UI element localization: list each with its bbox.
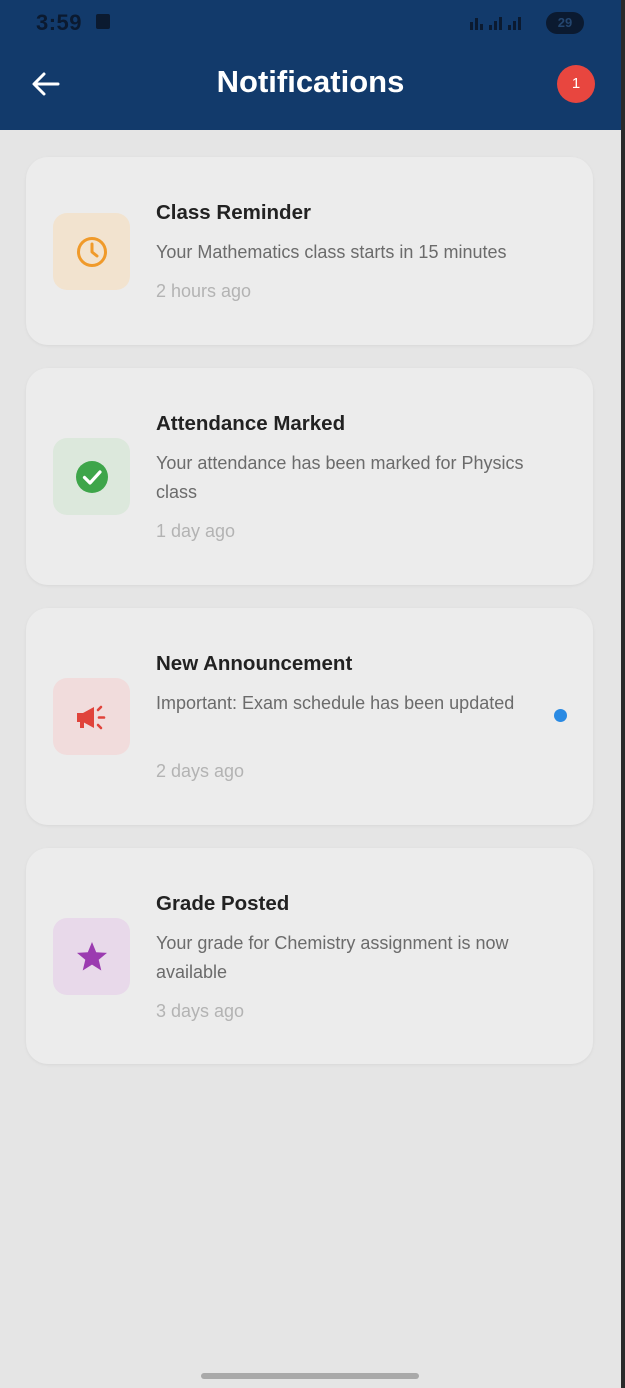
status-time: 3:59	[36, 10, 83, 35]
clock-icon	[76, 236, 107, 267]
status-icons	[470, 14, 521, 30]
notification-card-class-reminder[interactable]: Class Reminder Your Mathematics class st…	[26, 157, 593, 345]
signal-icon	[489, 14, 502, 30]
signal-icon-2	[508, 14, 521, 30]
notification-title: Attendance Marked	[156, 412, 346, 435]
page-title: Notifications	[216, 64, 405, 99]
icon-tile	[53, 213, 130, 290]
notification-card-grade-posted[interactable]: Grade Posted Your grade for Chemistry as…	[26, 848, 593, 1064]
screen-edge	[621, 0, 625, 1388]
check-circle-icon	[75, 460, 108, 493]
data-transfer-icon	[470, 14, 483, 30]
icon-tile	[53, 438, 130, 515]
app-header: 3:59 29 Notifications 1	[0, 0, 621, 130]
notification-count-badge[interactable]: 1	[557, 65, 595, 103]
notification-status-icon	[96, 14, 110, 29]
notification-title: Grade Posted	[156, 892, 290, 915]
notification-title: New Announcement	[156, 652, 353, 675]
notification-time: 2 days ago	[156, 761, 245, 781]
home-indicator[interactable]	[201, 1373, 419, 1379]
notification-card-new-announcement[interactable]: New Announcement Important: Exam schedul…	[26, 608, 593, 825]
icon-tile	[53, 678, 130, 755]
notification-message: Your attendance has been marked for Phys…	[156, 453, 524, 502]
notification-title: Class Reminder	[156, 201, 311, 224]
notification-message: Your grade for Chemistry assignment is n…	[156, 933, 509, 982]
notification-time: 1 day ago	[156, 521, 236, 541]
star-icon	[76, 941, 107, 970]
unread-indicator	[554, 709, 567, 722]
megaphone-icon	[76, 705, 105, 729]
notification-message: Important: Exam schedule has been update…	[156, 693, 515, 713]
notification-time: 2 hours ago	[156, 281, 252, 301]
icon-tile	[53, 918, 130, 995]
notification-card-attendance-marked[interactable]: Attendance Marked Your attendance has be…	[26, 368, 593, 585]
notification-time: 3 days ago	[156, 1001, 245, 1021]
notification-message: Your Mathematics class starts in 15 minu…	[156, 242, 507, 262]
notifications-screen: 3:59 29 Notifications 1 Class Reminder Y…	[0, 0, 621, 1388]
battery-icon: 29	[546, 12, 584, 34]
status-bar: 3:59 29	[0, 0, 621, 46]
